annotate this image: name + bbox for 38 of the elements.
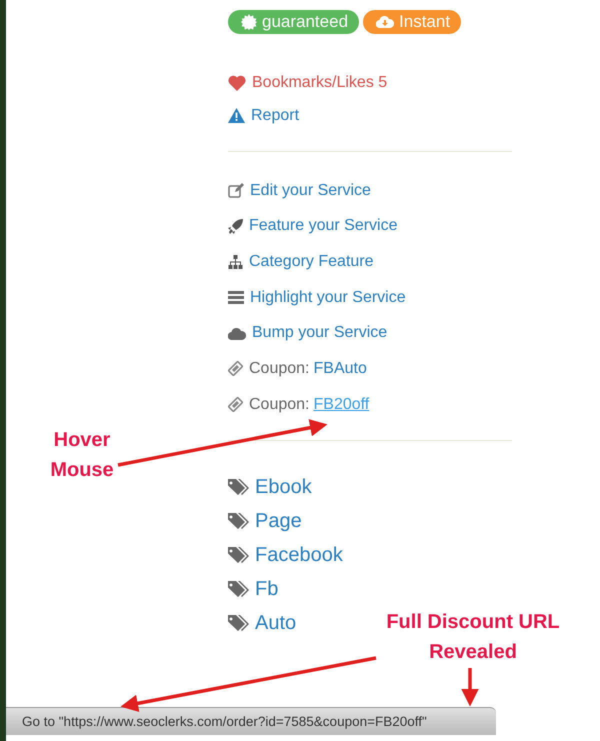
list-icon [228, 291, 244, 304]
ticket-icon [228, 397, 243, 412]
coupon-label: Coupon: [249, 360, 310, 378]
seal-icon [241, 14, 257, 30]
tag-icon [228, 512, 250, 531]
tag-icon [228, 478, 250, 497]
tag-link[interactable]: Fb [255, 578, 278, 602]
badge: guaranteed [228, 10, 360, 34]
menu-link[interactable]: Bump your Service [252, 324, 388, 342]
coupon-link[interactable]: FBAuto [314, 360, 367, 378]
annotation-text: Full Discount URL Revealed [385, 610, 561, 665]
hierarchy-icon [228, 254, 243, 269]
tag-link[interactable]: Facebook [255, 544, 343, 568]
status-bar: Go to "https://www.seoclerks.com/order?id=7585&coupon=FB20off" [6, 707, 496, 735]
coupon-label: Coupon: [249, 396, 310, 414]
menu-link[interactable]: Feature your Service [249, 217, 398, 236]
ticket-icon [228, 361, 243, 376]
menu-link[interactable]: Edit your Service [250, 182, 371, 200]
tag-link[interactable]: Auto [255, 612, 296, 636]
menu-link[interactable]: Category Feature [249, 252, 374, 271]
heart-icon [228, 74, 246, 90]
bookmarks-link[interactable]: Bookmarks/Likes 5 [252, 74, 388, 92]
badge: Instant [363, 10, 462, 34]
tag-icon [228, 546, 250, 565]
tag-icon [228, 614, 250, 633]
warning-icon [228, 108, 245, 123]
arrow [461, 668, 479, 706]
cloud-icon [228, 326, 246, 340]
report-link[interactable]: Report [251, 106, 300, 124]
cloud-download-icon [376, 15, 394, 29]
rocket-icon [228, 218, 243, 234]
tag-icon [228, 580, 250, 599]
menu-link[interactable]: Highlight your Service [250, 288, 406, 307]
tag-link[interactable]: Ebook [255, 476, 312, 500]
edit-icon [228, 183, 244, 198]
annotation-text: Hover Mouse [49, 428, 115, 483]
tag-link[interactable]: Page [255, 510, 302, 534]
coupon-link[interactable]: FB20off [314, 396, 370, 414]
